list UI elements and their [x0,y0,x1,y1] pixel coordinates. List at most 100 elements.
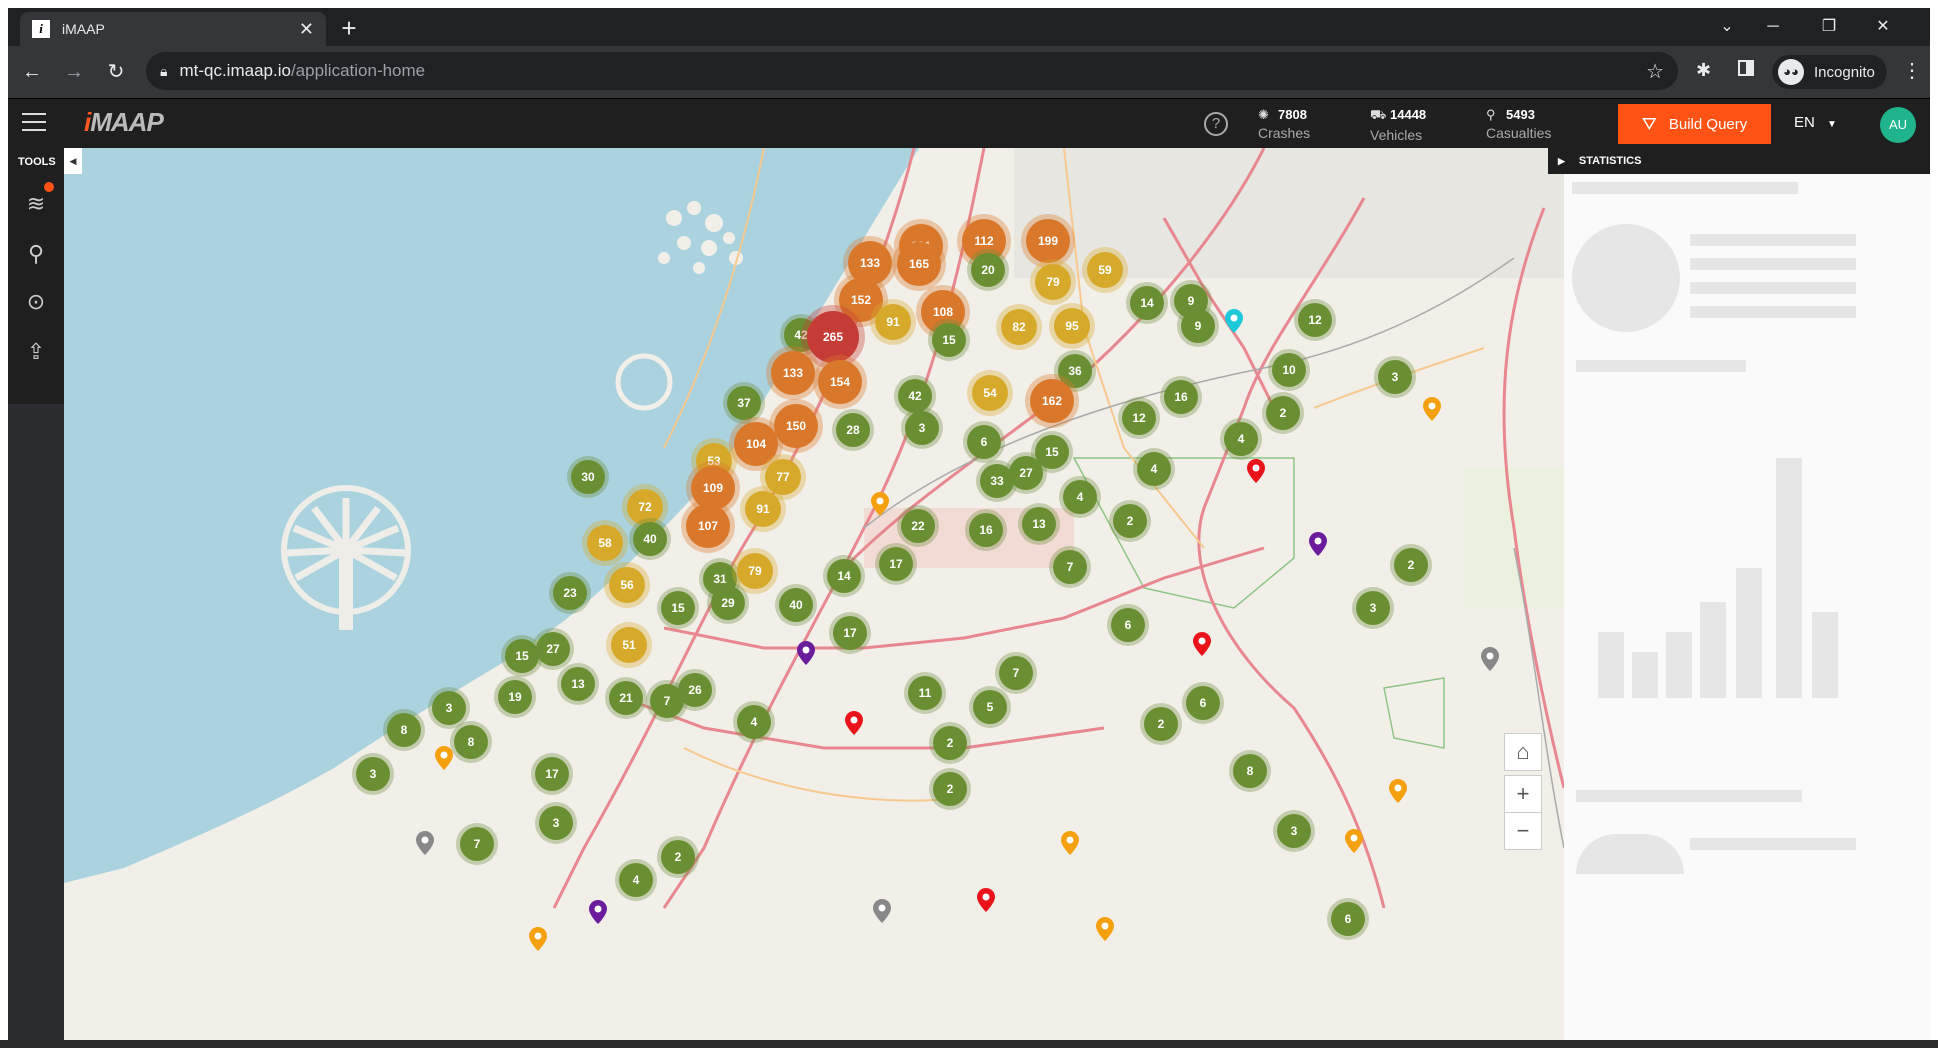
crash-cluster-marker[interactable]: 27 [536,632,570,666]
url-input[interactable]: 🔒︎ mt-qc.imaap.io/application-home ☆ [146,52,1678,90]
crash-cluster-marker[interactable]: 79 [1035,264,1071,300]
crash-cluster-marker[interactable]: 2 [1113,504,1147,538]
crash-cluster-marker[interactable]: 3 [432,691,466,725]
crash-cluster-marker[interactable]: 10 [1272,353,1306,387]
crash-cluster-marker[interactable]: 7 [460,827,494,861]
crash-cluster-marker[interactable]: 16 [1164,380,1198,414]
crash-cluster-marker[interactable]: 5 [973,690,1007,724]
zoom-out-button[interactable]: − [1504,812,1542,850]
crash-cluster-marker[interactable]: 40 [633,522,667,556]
build-query-button[interactable]: ⛛ Build Query [1618,104,1771,144]
crash-cluster-marker[interactable]: 6 [1111,608,1145,642]
forward-button[interactable]: → [56,54,92,90]
crash-pin-icon[interactable] [1061,831,1079,860]
crash-cluster-marker[interactable]: 91 [745,491,781,527]
tools-collapse-icon[interactable]: ◀ [64,148,82,174]
crash-cluster-marker[interactable]: 12 [1122,401,1156,435]
crash-pin-icon[interactable] [435,746,453,775]
crash-cluster-marker[interactable]: 104 [734,422,778,466]
crash-cluster-marker[interactable]: 7 [1053,550,1087,584]
crash-cluster-marker[interactable]: 95 [1054,308,1090,344]
tab-search-icon[interactable]: ⌄ [1704,12,1750,42]
user-avatar[interactable]: AU [1880,107,1916,143]
crash-pin-icon[interactable] [1225,309,1243,338]
crash-pin-icon[interactable] [1423,397,1441,426]
layers-icon[interactable]: ≋ [20,188,52,220]
crash-cluster-marker[interactable]: 150 [774,404,818,448]
crash-pin-icon[interactable] [589,900,607,929]
crash-cluster-marker[interactable]: 77 [765,459,801,495]
crash-cluster-marker[interactable]: 3 [1356,591,1390,625]
crash-cluster-marker[interactable]: 17 [879,547,913,581]
crash-cluster-marker[interactable]: 2 [661,840,695,874]
incognito-badge[interactable]: ◕◕ Incognito [1772,55,1887,89]
close-tab-icon[interactable]: ✕ [299,19,314,40]
crash-cluster-marker[interactable]: 14 [827,559,861,593]
language-select[interactable]: EN ▼ [1794,114,1837,131]
crash-cluster-marker[interactable]: 15 [505,639,539,673]
crash-cluster-marker[interactable]: 133 [771,351,815,395]
crash-cluster-marker[interactable]: 19 [498,680,532,714]
crash-cluster-marker[interactable]: 27 [1009,456,1043,490]
crash-cluster-marker[interactable]: 22 [901,509,935,543]
restore-button[interactable]: ❐ [1806,12,1852,42]
crash-cluster-marker[interactable]: 3 [356,757,390,791]
side-panel-icon[interactable] [1738,60,1754,76]
crash-cluster-marker[interactable]: 51 [611,627,647,663]
crash-cluster-marker[interactable]: 8 [387,713,421,747]
crash-cluster-marker[interactable]: 7 [999,656,1033,690]
crash-cluster-marker[interactable]: 14 [1130,286,1164,320]
bookmark-star-icon[interactable]: ☆ [1646,59,1664,84]
crash-cluster-marker[interactable]: 13 [1022,507,1056,541]
close-window-button[interactable]: ✕ [1860,12,1906,42]
crash-cluster-marker[interactable]: 12 [1298,303,1332,337]
crash-cluster-marker[interactable]: 162 [1030,379,1074,423]
crash-pin-icon[interactable] [1345,829,1363,858]
pin-icon[interactable]: ⊙ [20,286,52,318]
crash-pin-icon[interactable] [1247,459,1265,488]
crash-cluster-marker[interactable]: 107 [686,504,730,548]
crash-cluster-marker[interactable]: 40 [779,588,813,622]
crash-cluster-marker[interactable]: 4 [1063,480,1097,514]
crash-cluster-marker[interactable]: 15 [932,323,966,357]
zoom-in-button[interactable]: + [1504,775,1542,813]
crash-cluster-marker[interactable]: 13 [561,667,595,701]
crash-cluster-marker[interactable]: 54 [972,375,1008,411]
reload-button[interactable]: ↻ [98,54,134,90]
crash-cluster-marker[interactable]: 4 [737,705,771,739]
crash-cluster-marker[interactable]: 72 [627,489,663,525]
crash-pin-icon[interactable] [1389,779,1407,808]
crash-cluster-marker[interactable]: 23 [553,576,587,610]
crash-cluster-marker[interactable]: 6 [1186,686,1220,720]
crash-cluster-marker[interactable]: 8 [454,725,488,759]
crash-cluster-marker[interactable]: 15 [661,591,695,625]
crash-cluster-marker[interactable]: 30 [571,460,605,494]
crash-cluster-marker[interactable]: 3 [905,411,939,445]
map-canvas[interactable]: 1011121991331652079591529110882951499422… [64,148,1564,1048]
crash-cluster-marker[interactable]: 56 [609,567,645,603]
crash-cluster-marker[interactable]: 7 [650,684,684,718]
crash-cluster-marker[interactable]: 17 [833,616,867,650]
crash-cluster-marker[interactable]: 20 [971,253,1005,287]
crash-cluster-marker[interactable]: 6 [967,425,1001,459]
crash-cluster-marker[interactable]: 154 [818,360,862,404]
export-icon[interactable]: ⇪ [20,336,52,368]
minimize-button[interactable]: ─ [1750,12,1796,42]
crash-cluster-marker[interactable]: 2 [1394,548,1428,582]
crash-cluster-marker[interactable]: 2 [1266,396,1300,430]
crash-cluster-marker[interactable]: 8 [1233,754,1267,788]
crash-cluster-marker[interactable]: 82 [1001,309,1037,345]
crash-cluster-marker[interactable]: 17 [535,757,569,791]
crash-cluster-marker[interactable]: 2 [933,772,967,806]
crash-pin-icon[interactable] [871,492,889,521]
new-tab-button[interactable]: + [334,14,364,44]
crash-cluster-marker[interactable]: 109 [691,466,735,510]
crash-cluster-marker[interactable]: 2 [933,726,967,760]
crash-cluster-marker[interactable]: 29 [711,586,745,620]
crash-cluster-marker[interactable]: 6 [1331,902,1365,936]
crash-cluster-marker[interactable]: 9 [1181,309,1215,343]
crash-pin-icon[interactable] [529,927,547,956]
crash-cluster-marker[interactable]: 58 [587,525,623,561]
crash-pin-icon[interactable] [1096,917,1114,946]
crash-pin-icon[interactable] [797,641,815,670]
